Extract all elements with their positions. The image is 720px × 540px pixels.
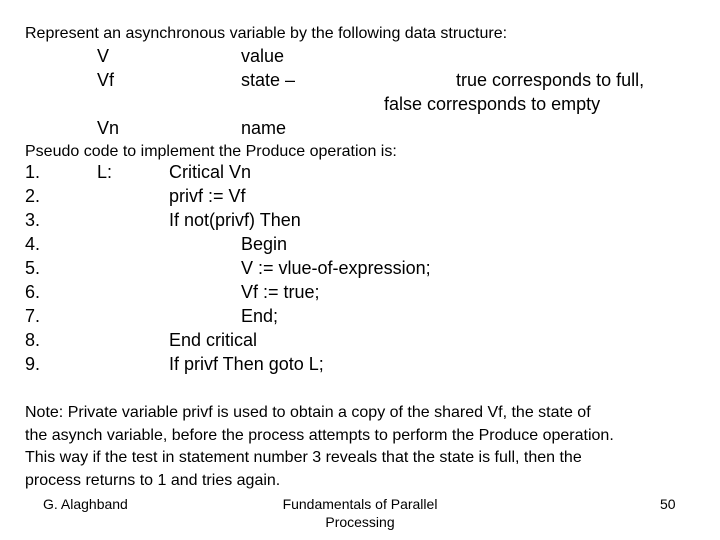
line-number: 3. bbox=[25, 210, 41, 230]
intro-text: Represent an asynchronous variable by th… bbox=[25, 25, 508, 42]
field-vn: Vn bbox=[97, 118, 120, 138]
line-number: 6. bbox=[25, 282, 41, 302]
note-line: process returns to 1 and tries again. bbox=[25, 471, 281, 489]
code-line: If privf Then goto L; bbox=[169, 354, 324, 374]
code-label: L: bbox=[97, 162, 113, 182]
field-v-description: value bbox=[241, 46, 285, 66]
line-number: 5. bbox=[25, 258, 41, 278]
line-number: 1. bbox=[25, 162, 41, 182]
field-vf-detail-empty: false corresponds to empty bbox=[384, 94, 601, 114]
note-paragraph: Note: Private variable privf is used to … bbox=[25, 402, 705, 492]
line-number: 2. bbox=[25, 186, 41, 206]
field-vn-description: name bbox=[241, 118, 287, 138]
note-line: This way if the test in statement number… bbox=[25, 449, 582, 466]
field-vf-description: state – bbox=[241, 70, 296, 90]
line-number: 4. bbox=[25, 234, 41, 254]
field-vf-detail-full: true corresponds to full, bbox=[456, 70, 645, 90]
pseudo-code-heading: Pseudo code to implement the Produce ope… bbox=[25, 143, 397, 160]
code-line: V := vlue-of-expression; bbox=[241, 258, 431, 278]
code-line: If not(privf) Then bbox=[169, 210, 301, 230]
footer-page-number: 50 bbox=[660, 496, 676, 512]
code-line: privf := Vf bbox=[169, 186, 246, 206]
line-number: 8. bbox=[25, 330, 41, 350]
code-line: Begin bbox=[241, 234, 288, 254]
footer-author: G. Alaghband bbox=[43, 496, 128, 512]
code-line: Critical Vn bbox=[169, 162, 252, 182]
note-line: Note: Private variable privf is used to … bbox=[25, 404, 591, 421]
footer-title-line1: Fundamentals of Parallel bbox=[282, 496, 438, 512]
code-line: End; bbox=[241, 306, 279, 326]
line-number: 9. bbox=[25, 354, 41, 374]
code-line: End critical bbox=[169, 330, 258, 350]
field-v: V bbox=[97, 46, 110, 66]
code-line: Vf := true; bbox=[241, 282, 320, 302]
footer-title-line2: Processing bbox=[325, 514, 395, 530]
field-vf: Vf bbox=[97, 70, 115, 90]
note-line: the asynch variable, before the process … bbox=[25, 426, 614, 444]
line-number: 7. bbox=[25, 306, 41, 326]
